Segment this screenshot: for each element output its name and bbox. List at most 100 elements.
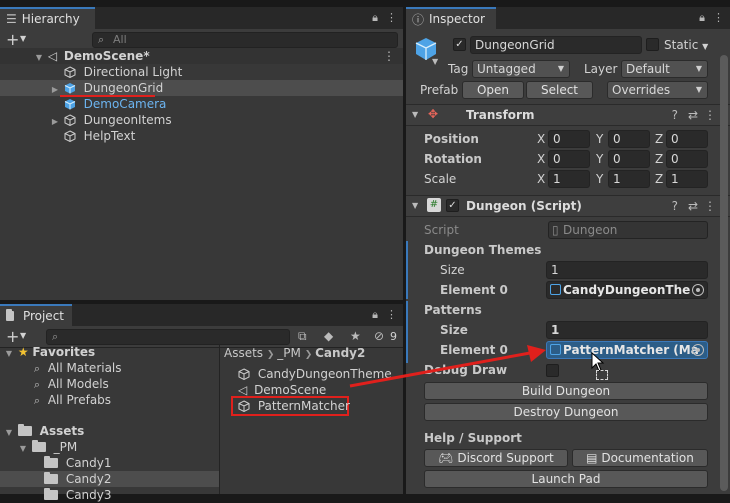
chevron-down-icon[interactable]: ▼ [20, 331, 26, 340]
scale-x-field[interactable]: 1 [548, 170, 590, 188]
project-tabbar: Project 🔒︎ ⋮ [0, 304, 403, 326]
rotation-z-field[interactable]: 0 [666, 150, 708, 168]
chevron-down-icon[interactable]: ▼ [432, 57, 438, 66]
list-item[interactable]: Directional Light [0, 64, 403, 80]
documentation-button[interactable]: ▤ Documentation [572, 449, 708, 467]
help-icon[interactable]: ? [672, 108, 678, 122]
discord-support-button[interactable]: 🎮︎ Discord Support [424, 449, 568, 467]
preset-icon[interactable]: ⇄ [688, 199, 698, 213]
scrollbar[interactable] [720, 55, 728, 491]
debug-draw-checkbox[interactable] [546, 364, 559, 377]
more-menu-icon[interactable]: ⋮ [713, 11, 724, 25]
more-menu-icon[interactable]: ⋮ [704, 199, 716, 213]
search-icon: ⌕ [98, 33, 105, 46]
assets-header[interactable]: ▼ Assets [0, 423, 219, 439]
list-item[interactable]: Candy2 [0, 471, 219, 487]
breadcrumb-item[interactable]: _PM [277, 346, 301, 360]
search-input[interactable]: ⌕ All [92, 32, 398, 48]
active-checkbox[interactable]: ✓ [453, 38, 466, 51]
list-item[interactable]: ⌕ All Prefabs [0, 392, 219, 408]
lock-icon[interactable]: 🔒︎ [372, 308, 378, 322]
overrides-label: Overrides [612, 83, 671, 97]
object-picker-icon[interactable] [692, 344, 704, 356]
tag-dropdown[interactable]: Untagged ▼ [472, 60, 570, 78]
rotation-x-field[interactable]: 0 [548, 150, 590, 168]
list-item[interactable]: ⌕ All Models [0, 376, 219, 392]
scale-y-field[interactable]: 1 [608, 170, 650, 188]
scene-name: DemoScene* [63, 49, 150, 63]
info-icon: ⓘ [412, 12, 425, 27]
destroy-dungeon-button[interactable]: Destroy Dungeon [424, 403, 708, 421]
field-label[interactable]: Patterns [424, 301, 482, 319]
themes-size-field[interactable]: 1 [546, 261, 708, 279]
project-panel: Project 🔒︎ ⋮ + ▼ ⌕ ⧉ ◆ ★ ⊘ 9 ▼ ★ Favorit… [0, 304, 403, 502]
list-item[interactable]: DemoCamera [0, 96, 403, 112]
tab-project[interactable]: Project [0, 304, 72, 326]
enabled-checkbox[interactable]: ✓ [446, 199, 459, 212]
pattern-object-field[interactable]: PatternMatcher (Ma [546, 341, 708, 359]
prefab-open-button[interactable]: Open [462, 81, 524, 99]
breadcrumb-item[interactable]: Candy2 [315, 346, 365, 360]
rotation-y-field[interactable]: 0 [608, 150, 650, 168]
tab-label: Hierarchy [21, 12, 80, 26]
list-item[interactable]: Candy3 [0, 487, 219, 503]
lock-icon[interactable]: 🔒︎ [372, 11, 378, 25]
object-name-field[interactable]: DungeonGrid [470, 36, 642, 54]
theme-object-field[interactable]: CandyDungeonThe [546, 281, 708, 299]
position-z-field[interactable]: 0 [666, 130, 708, 148]
more-menu-icon[interactable]: ⋮ [383, 48, 395, 64]
overrides-dropdown[interactable]: Overrides ▼ [607, 81, 708, 99]
label-tag-icon[interactable]: ◆ [324, 329, 333, 343]
search-input[interactable]: ⌕ [46, 329, 290, 345]
section-label: Help / Support [424, 431, 522, 445]
asset-file[interactable]: CandyDungeonTheme [238, 366, 403, 382]
filter-type-icon[interactable]: ⧉ [298, 329, 307, 344]
list-item[interactable]: Candy1 [0, 455, 219, 471]
tab-inspector[interactable]: ⓘ Inspector [406, 7, 496, 29]
list-item[interactable]: ▶ DungeonItems [0, 112, 403, 128]
hidden-packages-icon[interactable]: ⊘ [374, 329, 384, 343]
asset-file[interactable]: PatternMatcher [238, 398, 403, 414]
list-item[interactable]: ▼ _PM [0, 439, 219, 455]
list-item[interactable]: ▶ DungeonGrid [0, 80, 403, 96]
unity-scene-icon: ◁ [47, 49, 58, 63]
position-y-field[interactable]: 0 [608, 130, 650, 148]
add-button[interactable]: + [6, 30, 19, 49]
object-picker-icon[interactable] [692, 284, 704, 296]
field-label[interactable]: Dungeon Themes [424, 241, 541, 259]
gameobject-icon [64, 66, 76, 78]
more-menu-icon[interactable]: ⋮ [386, 11, 397, 25]
chevron-down-icon[interactable]: ▼ [20, 34, 26, 43]
item-label: DungeonItems [83, 113, 172, 127]
patterns-size-field[interactable]: 1 [546, 321, 708, 339]
prefab-select-button[interactable]: Select [526, 81, 593, 99]
scriptable-asset-icon [550, 344, 561, 355]
transform-header[interactable]: ▼ ✥ Transform ? ⇄ ⋮ [406, 104, 730, 126]
list-icon: ☰ [6, 12, 17, 26]
more-menu-icon[interactable]: ⋮ [386, 308, 397, 322]
star-filter-icon[interactable]: ★ [350, 329, 361, 343]
help-icon[interactable]: ? [672, 199, 678, 213]
breadcrumb-item[interactable]: Assets [224, 346, 263, 360]
scene-row[interactable]: ▼ ◁ DemoScene* ⋮ [0, 48, 403, 64]
list-item[interactable]: HelpText [0, 128, 403, 144]
position-x-field[interactable]: 0 [548, 130, 590, 148]
layer-dropdown[interactable]: Default ▼ [621, 60, 708, 78]
item-label: DungeonGrid [83, 81, 164, 95]
tab-label: Inspector [429, 12, 485, 26]
field-label: Size [440, 323, 468, 337]
build-dungeon-button[interactable]: Build Dungeon [424, 382, 708, 400]
lock-icon[interactable]: 🔒︎ [699, 11, 705, 25]
preset-icon[interactable]: ⇄ [688, 108, 698, 122]
static-dropdown[interactable]: Static ▼ [664, 36, 708, 56]
static-checkbox[interactable] [646, 38, 659, 51]
chevron-down-icon[interactable]: ▼ [412, 110, 418, 119]
chevron-down-icon[interactable]: ▼ [412, 201, 418, 210]
tab-hierarchy[interactable]: ☰ Hierarchy [0, 7, 95, 29]
more-menu-icon[interactable]: ⋮ [704, 108, 716, 122]
list-item[interactable]: ⌕ All Materials [0, 360, 219, 376]
favorites-header[interactable]: ▼ ★ Favorites [0, 344, 219, 360]
script-header[interactable]: ▼ # ✓ Dungeon (Script) ? ⇄ ⋮ [406, 195, 730, 217]
launch-pad-button[interactable]: Launch Pad [424, 470, 708, 488]
scale-z-field[interactable]: 1 [666, 170, 708, 188]
